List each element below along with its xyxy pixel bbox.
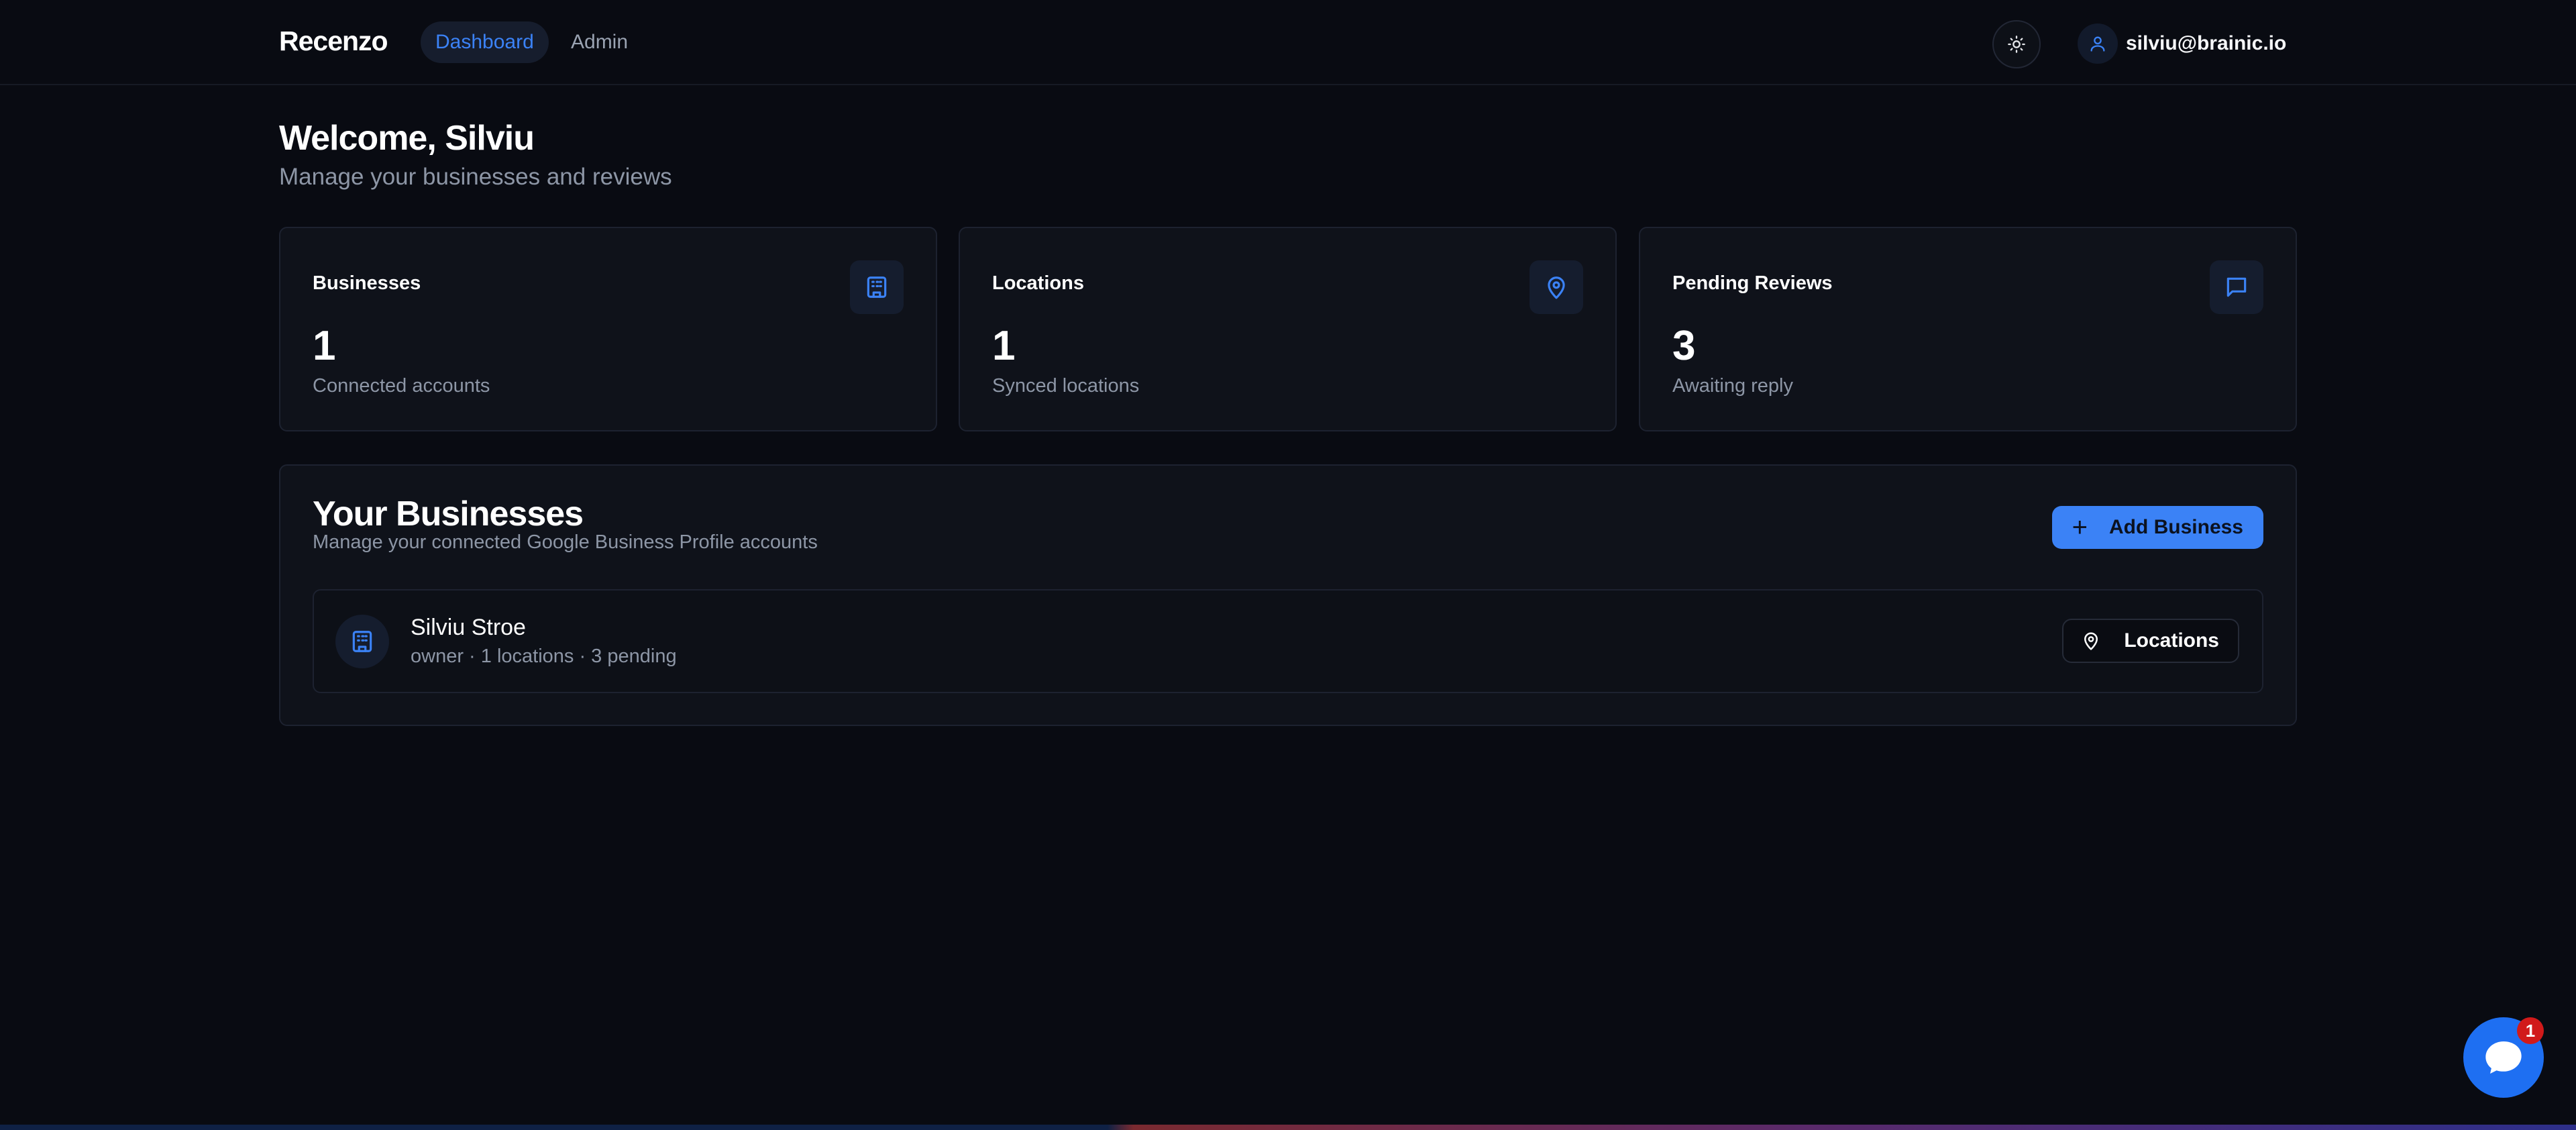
section-subtitle: Manage your connected Google Business Pr… (313, 531, 818, 553)
business-row[interactable]: Silviu Stroe owner · 1 locations · 3 pen… (313, 589, 2263, 693)
plus-icon: + (2072, 513, 2088, 542)
stat-label: Businesses (313, 272, 421, 294)
bottom-accent-strip (0, 1125, 2576, 1130)
stat-caption: Awaiting reply (1672, 375, 1794, 397)
top-navbar: Recenzo Dashboard Admin silviu@brainic.i… (0, 0, 2576, 85)
businesses-panel: Your Businesses Manage your connected Go… (279, 464, 2297, 726)
page-title: Welcome, Silviu (279, 119, 535, 158)
nav-tab-dashboard[interactable]: Dashboard (421, 21, 549, 63)
theme-toggle-button[interactable] (1992, 20, 2041, 68)
stat-card-businesses: Businesses 1 Connected accounts (279, 227, 937, 431)
user-menu[interactable]: silviu@brainic.io (2078, 23, 2286, 64)
business-meta: owner · 1 locations · 3 pending (411, 646, 677, 667)
building-icon (352, 631, 372, 652)
stat-card-pending-reviews: Pending Reviews 3 Awaiting reply (1639, 227, 2297, 431)
stat-value: 1 (313, 323, 336, 369)
building-icon (867, 276, 887, 298)
stat-label: Locations (992, 272, 1084, 294)
stat-card-locations: Locations 1 Synced locations (959, 227, 1617, 431)
stat-label: Pending Reviews (1672, 272, 1833, 294)
stat-value: 3 (1672, 323, 1696, 369)
map-pin-icon (2084, 632, 2098, 650)
add-business-button[interactable]: + Add Business (2051, 506, 2263, 549)
chat-notification-badge: 1 (2517, 1017, 2544, 1044)
message-square-icon (2226, 277, 2247, 297)
business-avatar (335, 615, 389, 668)
map-pin-icon (1548, 276, 1565, 299)
stat-icon-box (1529, 260, 1583, 314)
user-icon (2090, 36, 2105, 52)
brand-logo[interactable]: Recenzo (279, 25, 388, 57)
add-business-label: Add Business (2108, 516, 2243, 538)
stat-value: 1 (992, 323, 1016, 369)
page-subtitle: Manage your businesses and reviews (279, 164, 672, 190)
section-title: Your Businesses (313, 495, 584, 533)
chat-bubble-icon (2485, 1041, 2522, 1074)
user-email: silviu@brainic.io (2126, 32, 2287, 54)
nav-tab-admin[interactable]: Admin (556, 21, 643, 63)
stat-icon-box (850, 260, 904, 314)
stat-caption: Connected accounts (313, 375, 490, 397)
sun-icon (2008, 36, 2025, 53)
locations-button[interactable]: Locations (2062, 619, 2239, 663)
avatar (2078, 23, 2118, 64)
business-name: Silviu Stroe (411, 615, 526, 640)
stat-caption: Synced locations (992, 375, 1140, 397)
stat-icon-box (2210, 260, 2263, 314)
locations-button-label: Locations (2124, 629, 2219, 652)
